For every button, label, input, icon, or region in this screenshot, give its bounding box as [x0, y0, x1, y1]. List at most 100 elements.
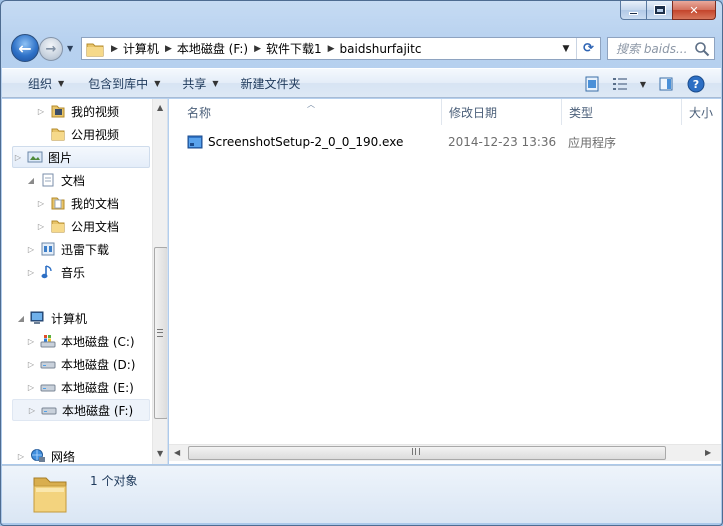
address-history-button[interactable]: ▼ — [558, 38, 574, 59]
change-view-button[interactable]: ▼ — [611, 73, 647, 95]
sidebar-item-music[interactable]: ▷ 音乐 — [26, 261, 85, 283]
folder-icon — [86, 43, 104, 56]
sidebar-item-my-documents[interactable]: ▷ 我的文档 — [36, 192, 119, 214]
sidebar-item-documents[interactable]: ◢ 文档 — [26, 169, 85, 191]
video-folder-icon — [51, 105, 65, 118]
table-row[interactable]: ScreenshotSetup-2_0_0_190.exe 2014-12-23… — [179, 132, 719, 152]
scroll-down-icon[interactable]: ▼ — [157, 449, 163, 458]
item-count: 1 个对象 — [90, 474, 138, 488]
drive-icon — [40, 384, 56, 392]
preview-pane-button[interactable] — [581, 73, 603, 95]
maximize-icon — [654, 6, 665, 14]
expand-arrow-icon[interactable]: ▷ — [27, 406, 37, 415]
breadcrumb-drive-f[interactable]: 本地磁盘 (F:) — [177, 40, 248, 57]
sidebar-item-public-documents[interactable]: ▷ 公用文档 — [36, 215, 119, 237]
new-folder-button[interactable]: 新建文件夹 — [233, 71, 309, 95]
scrollbar-thumb[interactable] — [188, 446, 666, 460]
help-icon: ? — [687, 75, 705, 93]
breadcrumb-downloads[interactable]: 软件下载1 — [266, 40, 322, 57]
chevron-down-icon: ▼ — [639, 79, 647, 89]
caption-buttons: ✕ — [620, 1, 716, 21]
scroll-right-icon[interactable]: ▶ — [705, 448, 711, 457]
expand-arrow-icon[interactable]: ▷ — [36, 199, 46, 208]
navigation-scrollbar[interactable]: ▲ ▼ — [152, 99, 167, 464]
minimize-button[interactable] — [620, 1, 646, 20]
expand-arrow-icon[interactable]: ▷ — [36, 222, 46, 231]
folder-icon — [51, 128, 65, 141]
details-pane: 1 个对象 — [2, 465, 721, 523]
search-icon — [695, 42, 710, 57]
file-name-cell: ScreenshotSetup-2_0_0_190.exe — [187, 132, 403, 152]
command-bar: 组织 ▼ 包含到库中 ▼ 共享 ▼ 新建文件夹 ▼ ? — [2, 68, 721, 98]
show-preview-button[interactable] — [655, 73, 677, 95]
folder-icon — [33, 477, 67, 513]
scroll-left-icon[interactable]: ◀ — [174, 448, 180, 457]
sidebar-item-drive-e[interactable]: ▷ 本地磁盘 (E:) — [26, 376, 134, 398]
column-header-name[interactable]: 名称 — [179, 99, 441, 125]
content-scrollbar[interactable]: ◀ ▶ — [169, 444, 721, 461]
breadcrumb-computer[interactable]: 计算机 — [123, 40, 159, 57]
download-library-icon — [41, 242, 55, 256]
navigation-pane: ▷ 我的视频 公用视频 ▷ 图片 ◢ 文档 ▷ 我的文档 ▷ 公用文档 ▷ 迅雷… — [2, 99, 168, 464]
column-header-size[interactable]: 大小 — [681, 99, 721, 125]
back-arrow-icon: ← — [18, 38, 32, 58]
breadcrumb-current[interactable]: baidshurfajitc — [340, 42, 422, 56]
expand-arrow-icon[interactable]: ▷ — [16, 452, 26, 461]
sidebar-item-my-videos[interactable]: ▷ 我的视频 — [36, 100, 119, 122]
sidebar-item-public-videos[interactable]: 公用视频 — [36, 123, 119, 145]
pane-toggle-icon — [659, 77, 673, 91]
folder-icon — [51, 220, 65, 233]
sidebar-item-drive-c[interactable]: ▷ 本地磁盘 (C:) — [26, 330, 135, 352]
details-view-icon — [612, 78, 627, 90]
expand-arrow-icon[interactable]: ▷ — [13, 153, 23, 162]
sidebar-item-drive-f[interactable]: ▷ 本地磁盘 (F:) — [12, 399, 150, 421]
computer-icon — [30, 311, 44, 324]
sidebar-item-computer[interactable]: ◢ 计算机 — [16, 307, 87, 329]
column-header-date[interactable]: 修改日期 — [441, 99, 561, 125]
recent-pages-button[interactable]: ▼ — [67, 44, 77, 54]
share-button[interactable]: 共享 ▼ — [174, 71, 226, 95]
scroll-up-icon[interactable]: ▲ — [157, 103, 163, 112]
sidebar-item-network[interactable]: ▷ 网络 — [16, 445, 75, 464]
forward-button[interactable]: → — [39, 37, 63, 61]
scrollbar-grip-icon — [412, 448, 420, 455]
maximize-button[interactable] — [646, 1, 672, 20]
help-button[interactable]: ? — [685, 73, 707, 95]
drive-icon — [41, 407, 57, 415]
organize-label: 组织 — [28, 76, 53, 91]
chevron-down-icon: ▼ — [562, 43, 570, 54]
back-button[interactable]: ← — [11, 34, 39, 62]
network-icon — [31, 449, 45, 462]
refresh-button[interactable]: ⟳ — [576, 38, 600, 59]
expand-arrow-icon[interactable]: ▷ — [26, 383, 36, 392]
file-list: ︿ 名称 修改日期 类型 大小 ScreenshotSetup-2_0_0_19… — [169, 99, 721, 464]
expand-arrow-icon[interactable]: ▷ — [26, 360, 36, 369]
include-in-library-button[interactable]: 包含到库中 ▼ — [80, 71, 168, 95]
expand-arrow-icon[interactable]: ▷ — [26, 245, 36, 254]
breadcrumb-separator-icon: ▶ — [111, 43, 118, 54]
address-bar[interactable]: ▶ 计算机 ▶ 本地磁盘 (F:) ▶ 软件下载1 ▶ baidshurfaji… — [81, 37, 601, 60]
breadcrumb-separator-icon: ▶ — [254, 43, 261, 54]
search-input[interactable]: 搜索 baids... — [607, 37, 715, 60]
folder-icon — [51, 197, 65, 210]
music-library-icon — [41, 265, 52, 279]
close-button[interactable]: ✕ — [672, 1, 716, 20]
chevron-down-icon: ▼ — [67, 44, 74, 53]
file-date-cell: 2014-12-23 13:36 — [448, 135, 557, 149]
chevron-down-icon: ▼ — [154, 78, 161, 88]
sidebar-item-drive-d[interactable]: ▷ 本地磁盘 (D:) — [26, 353, 136, 375]
expand-arrow-icon[interactable]: ▷ — [26, 337, 36, 346]
close-icon: ✕ — [689, 3, 699, 17]
collapse-arrow-icon[interactable]: ◢ — [16, 314, 26, 323]
column-header-type[interactable]: 类型 — [561, 99, 681, 125]
share-label: 共享 — [182, 76, 207, 91]
explorer-window: ✕ ← → ▼ ▶ 计算机 ▶ 本地磁盘 (F:) ▶ 软件下载1 ▶ baid… — [0, 0, 723, 526]
organize-button[interactable]: 组织 ▼ — [20, 71, 72, 95]
expand-arrow-icon[interactable]: ▷ — [26, 268, 36, 277]
sidebar-item-xunlei-downloads[interactable]: ▷ 迅雷下载 — [26, 238, 109, 260]
collapse-arrow-icon[interactable]: ◢ — [26, 176, 36, 185]
expand-arrow-icon[interactable]: ▷ — [36, 107, 46, 116]
refresh-icon: ⟳ — [583, 41, 594, 56]
scrollbar-grip-icon — [157, 329, 163, 337]
sidebar-item-pictures[interactable]: ▷ 图片 — [12, 146, 150, 168]
